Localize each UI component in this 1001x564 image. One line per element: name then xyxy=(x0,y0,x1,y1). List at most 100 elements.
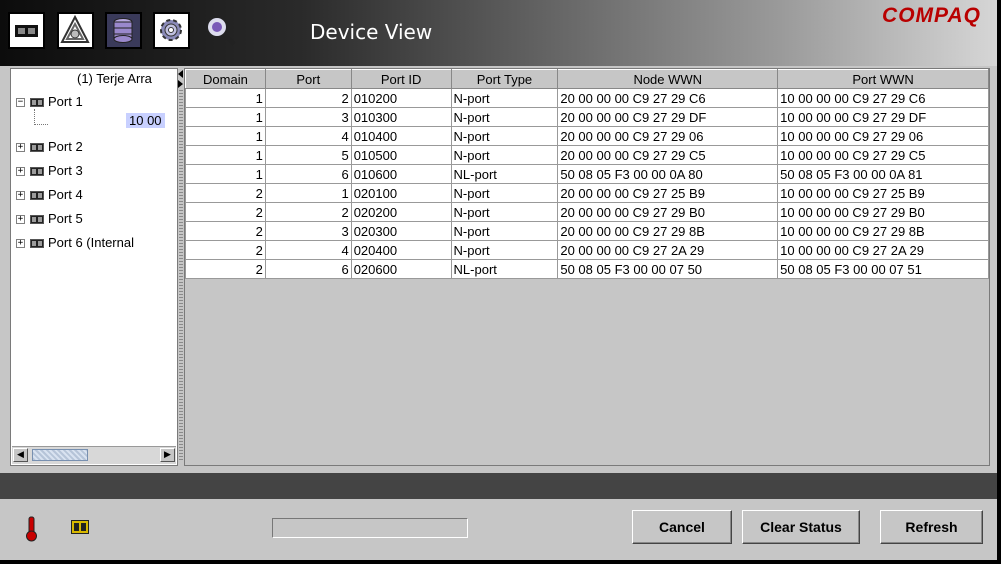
divider-grip xyxy=(179,90,183,460)
cell-port-type: N-port xyxy=(450,202,559,222)
table-row[interactable]: 2 4 020400 N-port 20 00 00 00 C9 27 2A 29 10 … xyxy=(185,240,989,260)
tree-item-port-4[interactable]: Port 4 xyxy=(48,187,83,202)
cell-port-wwn: 50 08 05 F3 00 00 07 51 xyxy=(777,259,989,279)
database-icon[interactable] xyxy=(105,12,142,49)
table-row[interactable]: 2 3 020300 N-port 20 00 00 00 C9 27 29 8B 10 … xyxy=(185,221,989,241)
expand-icon[interactable]: + xyxy=(16,167,25,176)
expand-icon[interactable]: + xyxy=(16,143,25,152)
collapse-icon[interactable]: − xyxy=(16,98,25,107)
column-header-port-id[interactable]: Port ID xyxy=(350,69,452,89)
tree-item-port-1[interactable]: Port 1 xyxy=(48,94,83,109)
switch-icon xyxy=(71,519,89,538)
cell-domain: 1 xyxy=(185,145,266,165)
tree-item-port-5[interactable]: Port 5 xyxy=(48,211,83,226)
port-icon xyxy=(30,191,44,200)
cell-port-wwn: 10 00 00 00 C9 27 29 C5 xyxy=(777,145,989,165)
cell-domain: 2 xyxy=(185,259,266,279)
table-row[interactable]: 1 3 010300 N-port 20 00 00 00 C9 27 29 DF 10 … xyxy=(185,107,989,127)
cell-port-type: N-port xyxy=(450,240,559,260)
window-title: Device View xyxy=(310,20,433,44)
column-header-port[interactable]: Port xyxy=(264,69,352,89)
status-bar xyxy=(0,473,997,499)
table-row[interactable]: 1 6 010600 NL-port 50 08 05 F3 00 00 0A 80 50… xyxy=(185,164,989,184)
tree-connector xyxy=(34,124,48,126)
device-icon[interactable] xyxy=(8,12,45,49)
cell-port-type: NL-port xyxy=(450,259,559,279)
table-row[interactable]: 2 2 020200 N-port 20 00 00 00 C9 27 29 B0 10 … xyxy=(185,202,989,222)
cell-node-wwn: 50 08 05 F3 00 00 0A 80 xyxy=(557,164,779,184)
cell-port: 2 xyxy=(264,88,352,108)
cell-port: 6 xyxy=(264,259,352,279)
gear-icon[interactable] xyxy=(153,12,190,49)
cell-port: 3 xyxy=(264,107,352,127)
table-row[interactable]: 1 4 010400 N-port 20 00 00 00 C9 27 29 06 10 … xyxy=(185,126,989,146)
cell-domain: 2 xyxy=(185,221,266,241)
cell-node-wwn: 50 08 05 F3 00 00 07 50 xyxy=(557,259,779,279)
cell-port-type: NL-port xyxy=(450,164,559,184)
expand-icon[interactable]: + xyxy=(16,215,25,224)
device-tree[interactable]: (1) Terje Arra − Port 1 10 00 + Port 2 +… xyxy=(10,68,178,466)
tree-item-port-6[interactable]: Port 6 (Internal xyxy=(48,235,134,250)
cancel-button[interactable]: Cancel xyxy=(632,510,732,544)
column-header-domain[interactable]: Domain xyxy=(185,69,266,89)
table-row[interactable]: 1 5 010500 N-port 20 00 00 00 C9 27 29 C5 10 … xyxy=(185,145,989,165)
cell-port: 4 xyxy=(264,240,352,260)
cell-domain: 1 xyxy=(185,126,266,146)
cell-port: 5 xyxy=(264,145,352,165)
table-row[interactable]: 2 6 020600 NL-port 50 08 05 F3 00 00 07 50 50… xyxy=(185,259,989,279)
table-header-row: Domain Port Port ID Port Type Node WWN P… xyxy=(185,69,989,89)
scroll-left-icon[interactable]: ◀ xyxy=(13,448,28,462)
cell-port-type: N-port xyxy=(450,126,559,146)
cell-node-wwn: 20 00 00 00 C9 27 25 B9 xyxy=(557,183,779,203)
cell-port-wwn: 10 00 00 00 C9 27 29 06 xyxy=(777,126,989,146)
clear-status-button[interactable]: Clear Status xyxy=(742,510,860,544)
table-row[interactable]: 1 2 010200 N-port 20 00 00 00 C9 27 29 C6 10 … xyxy=(185,88,989,108)
fabric-icon[interactable] xyxy=(57,12,94,49)
refresh-button[interactable]: Refresh xyxy=(880,510,983,544)
horizontal-scrollbar[interactable]: ◀ ▶ xyxy=(12,446,176,464)
cell-port-id: 010400 xyxy=(350,126,452,146)
cell-port-type: N-port xyxy=(450,145,559,165)
cell-port-type: N-port xyxy=(450,221,559,241)
cell-port-wwn: 10 00 00 00 C9 27 29 B0 xyxy=(777,202,989,222)
port-icon xyxy=(30,143,44,152)
scroll-thumb[interactable] xyxy=(32,449,88,461)
collapse-left-icon[interactable] xyxy=(178,70,183,78)
column-header-port-type[interactable]: Port Type xyxy=(450,69,559,89)
expand-icon[interactable]: + xyxy=(16,239,25,248)
cell-port-id: 020400 xyxy=(350,240,452,260)
cell-port-id: 010600 xyxy=(350,164,452,184)
window-header: Device View COMPAQ xyxy=(0,0,997,66)
cell-domain: 2 xyxy=(185,202,266,222)
cell-port-wwn: 10 00 00 00 C9 27 25 B9 xyxy=(777,183,989,203)
tree-item-port-2[interactable]: Port 2 xyxy=(48,139,83,154)
cell-port: 1 xyxy=(264,183,352,203)
table-row[interactable]: 2 1 020100 N-port 20 00 00 00 C9 27 25 B9 10 … xyxy=(185,183,989,203)
expand-icon[interactable]: + xyxy=(16,191,25,200)
device-view-window: Device View COMPAQ (1) Terje Arra − Port… xyxy=(0,0,1001,564)
cell-port-id: 020100 xyxy=(350,183,452,203)
column-header-node-wwn[interactable]: Node WWN xyxy=(557,69,779,89)
cell-port: 3 xyxy=(264,221,352,241)
tree-connector xyxy=(34,109,36,125)
port-table: Domain Port Port ID Port Type Node WWN P… xyxy=(185,69,989,279)
magnifier-help-icon[interactable] xyxy=(201,12,238,49)
port-icon xyxy=(30,215,44,224)
collapse-right-icon[interactable] xyxy=(178,80,183,88)
tree-item-port-3[interactable]: Port 3 xyxy=(48,163,83,178)
cell-port-id: 020600 xyxy=(350,259,452,279)
cell-node-wwn: 20 00 00 00 C9 27 2A 29 xyxy=(557,240,779,260)
cell-domain: 2 xyxy=(185,240,266,260)
thermometer-icon xyxy=(24,516,40,546)
cell-port-wwn: 10 00 00 00 C9 27 2A 29 xyxy=(777,240,989,260)
cell-port-id: 010500 xyxy=(350,145,452,165)
cell-port-type: N-port xyxy=(450,107,559,127)
tree-root[interactable]: (1) Terje Arra xyxy=(77,71,152,86)
cell-port: 2 xyxy=(264,202,352,222)
tree-item-port-1-node[interactable]: 10 00 xyxy=(126,113,165,128)
cell-port-id: 010200 xyxy=(350,88,452,108)
column-header-port-wwn[interactable]: Port WWN xyxy=(777,69,989,89)
cell-node-wwn: 20 00 00 00 C9 27 29 8B xyxy=(557,221,779,241)
scroll-right-icon[interactable]: ▶ xyxy=(160,448,175,462)
cell-port-id: 010300 xyxy=(350,107,452,127)
